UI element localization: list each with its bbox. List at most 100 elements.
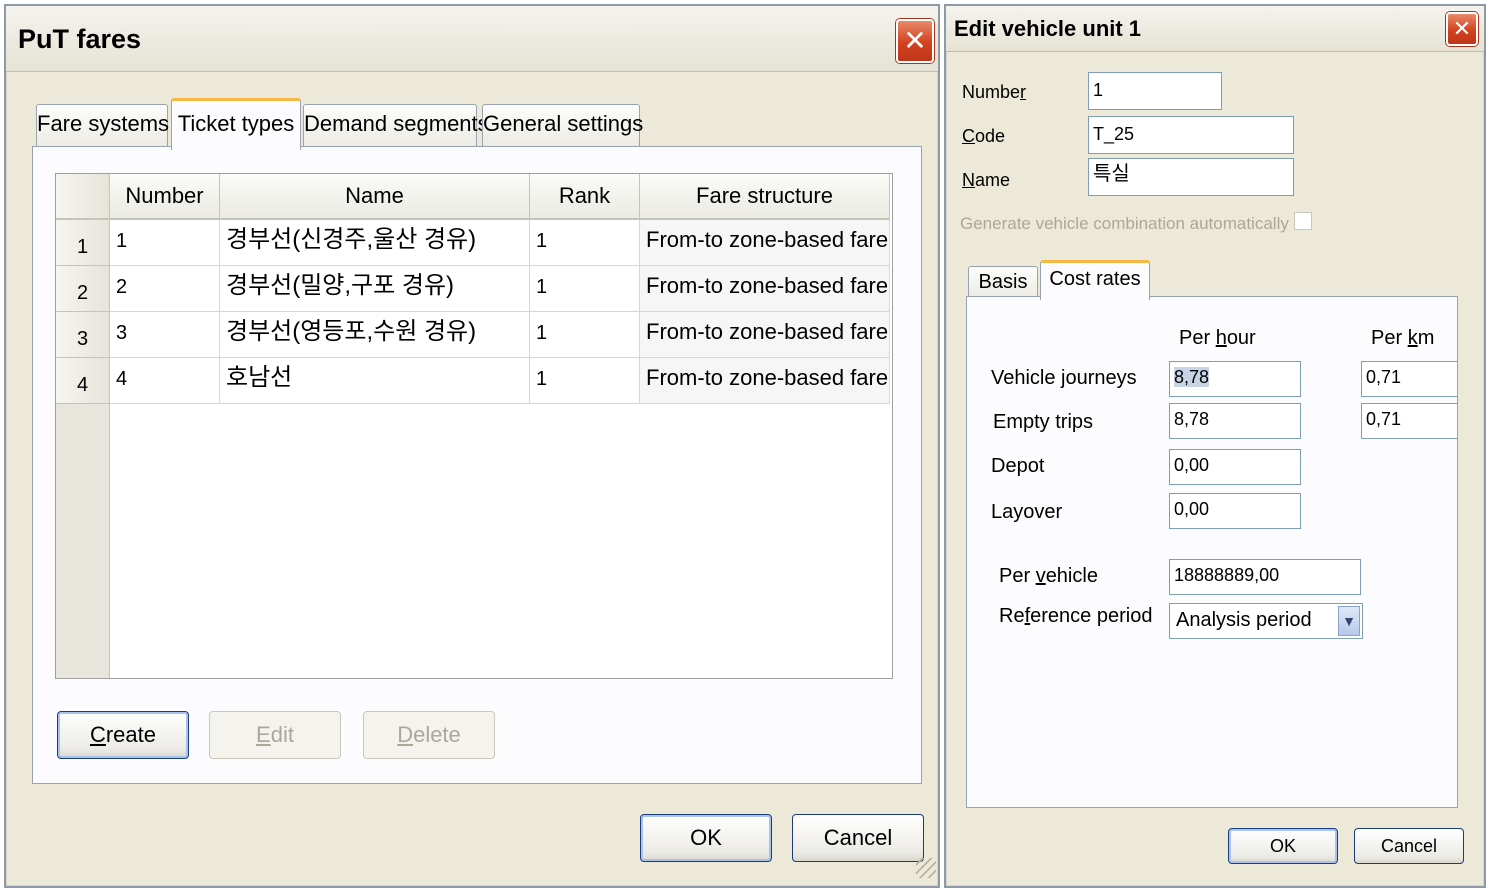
cell-rank[interactable]: 1 xyxy=(530,266,640,312)
tab-ticket-types[interactable]: Ticket types xyxy=(171,98,301,150)
cell-fare-structure[interactable]: From-to zone-based fare xyxy=(640,266,890,312)
row-index[interactable]: 1 xyxy=(56,220,110,266)
depot-label: Depot xyxy=(991,455,1045,477)
row-index[interactable]: 4 xyxy=(56,358,110,404)
row-index[interactable]: 3 xyxy=(56,312,110,358)
tab-label: Basis xyxy=(978,271,1028,293)
reference-period-text: Re xyxy=(999,605,1025,627)
column-header-name[interactable]: Name xyxy=(220,174,530,220)
edit-vehicle-window: Edit vehicle unit 1 ✕ Number 1 Code T_25… xyxy=(944,4,1486,888)
per-km-header: Per km xyxy=(1371,327,1434,350)
tab-label: Fare systems xyxy=(37,111,170,136)
per-vehicle-text: ehicle xyxy=(1045,565,1098,587)
empty-trips-per-km-field[interactable]: 0,71 xyxy=(1361,403,1457,439)
per-vehicle-label: Per vehicle xyxy=(999,565,1098,588)
number-label-accelerator: r xyxy=(1020,82,1027,102)
chevron-down-icon[interactable]: ▼ xyxy=(1338,606,1360,636)
selected-value: 8,78 xyxy=(1174,367,1210,387)
tab-label: Ticket types xyxy=(177,111,295,136)
code-label-text: ode xyxy=(975,126,1006,146)
cell-number[interactable]: 2 xyxy=(110,266,220,312)
table-row[interactable]: 4 4 호남선 1 From-to zone-based fare xyxy=(56,358,890,404)
tab-fare-systems[interactable]: Fare systems xyxy=(36,104,170,146)
create-accelerator: C xyxy=(89,722,106,747)
generate-combination-label: Generate vehicle combination automatical… xyxy=(960,214,1289,233)
cell-fare-structure[interactable]: From-to zone-based fare xyxy=(640,312,890,358)
close-button[interactable]: ✕ xyxy=(896,19,934,63)
table-row[interactable]: 3 3 경부선(영등포,수원 경유) 1 From-to zone-based … xyxy=(56,312,890,358)
number-field[interactable]: 1 xyxy=(1088,72,1222,110)
depot-per-hour-field[interactable]: 0,00 xyxy=(1169,449,1301,485)
column-header-label: Fare structure xyxy=(696,183,833,208)
column-header-label: Name xyxy=(345,183,404,208)
edit-button[interactable]: Edit xyxy=(209,711,341,759)
per-hour-text: our xyxy=(1226,327,1256,349)
table-row[interactable]: 2 2 경부선(밀양,구포 경유) 1 From-to zone-based f… xyxy=(56,266,890,312)
reference-period-text: erence period xyxy=(1030,605,1153,627)
empty-trips-per-hour-field[interactable]: 8,78 xyxy=(1169,403,1301,439)
delete-accelerator: D xyxy=(397,722,414,747)
per-km-text: m xyxy=(1417,327,1435,349)
tab-label: Cost rates xyxy=(1049,268,1141,290)
name-label: Name xyxy=(962,170,1010,191)
per-km-text: Per xyxy=(1371,327,1408,349)
per-hour-text: Per xyxy=(1179,327,1216,349)
cell-fare-structure[interactable]: From-to zone-based fare xyxy=(640,358,890,404)
cell-rank[interactable]: 1 xyxy=(530,312,640,358)
cell-number[interactable]: 4 xyxy=(110,358,220,404)
code-field[interactable]: T_25 xyxy=(1088,116,1294,154)
empty-trips-label: Empty trips xyxy=(993,411,1094,433)
grid-corner xyxy=(56,174,110,220)
vehicle-journeys-per-km-field[interactable]: 0,71 xyxy=(1361,361,1457,397)
ok-button[interactable]: OK xyxy=(640,814,772,862)
column-header-label: Number xyxy=(125,183,204,208)
cell-number[interactable]: 1 xyxy=(110,220,220,266)
cell-fare-structure[interactable]: From-to zone-based fare xyxy=(640,220,890,266)
name-field[interactable]: 특실 xyxy=(1088,158,1294,196)
ticket-types-table: Number Name Rank Fare structure 1 1 경부선(… xyxy=(55,173,893,679)
generate-combination-checkbox[interactable] xyxy=(1294,212,1312,230)
per-km-accelerator: k xyxy=(1407,327,1418,349)
tab-label: General settings xyxy=(483,111,644,136)
reference-period-value: Analysis period xyxy=(1176,609,1312,631)
tab-cost-rates[interactable]: Cost rates xyxy=(1040,260,1150,300)
cell-name[interactable]: 경부선(밀양,구포 경유) xyxy=(220,266,530,312)
create-button[interactable]: Create xyxy=(57,711,189,759)
cell-name[interactable]: 경부선(영등포,수원 경유) xyxy=(220,312,530,358)
put-fares-window: PuT fares ✕ Fare systems Ticket types De… xyxy=(4,4,940,888)
code-label-accelerator: C xyxy=(962,126,975,146)
ok-button[interactable]: OK xyxy=(1228,828,1338,864)
column-header-rank[interactable]: Rank xyxy=(530,174,640,220)
vehicle-journeys-per-hour-field[interactable]: 8,78 xyxy=(1169,361,1301,397)
window-title: PuT fares xyxy=(18,24,142,54)
per-vehicle-field[interactable]: 18888889,00 xyxy=(1169,559,1361,595)
tab-general-settings[interactable]: General settings xyxy=(482,104,644,146)
cell-name[interactable]: 호남선 xyxy=(220,358,530,404)
edit-label: dit xyxy=(270,722,294,747)
column-header-number[interactable]: Number xyxy=(110,174,220,220)
resize-grip[interactable] xyxy=(916,858,936,878)
reference-period-select[interactable]: Analysis period ▼ xyxy=(1169,603,1363,639)
cell-rank[interactable]: 1 xyxy=(530,220,640,266)
number-label-text: Numbe xyxy=(962,82,1021,102)
per-hour-header: Per hour xyxy=(1179,327,1256,350)
per-vehicle-text: Per xyxy=(999,565,1036,587)
row-index[interactable]: 2 xyxy=(56,266,110,312)
cancel-button[interactable]: Cancel xyxy=(792,814,924,862)
edit-vehicle-titlebar[interactable]: Edit vehicle unit 1 ✕ xyxy=(946,6,1484,52)
cell-name[interactable]: 경부선(신경주,울산 경유) xyxy=(220,220,530,266)
cell-rank[interactable]: 1 xyxy=(530,358,640,404)
put-fares-titlebar[interactable]: PuT fares ✕ xyxy=(6,6,938,72)
tab-basis[interactable]: Basis xyxy=(968,266,1038,298)
tab-label: Demand segments xyxy=(304,111,489,136)
reference-period-label: Reference period xyxy=(999,605,1152,628)
tab-demand-segments[interactable]: Demand segments xyxy=(303,104,489,146)
close-button[interactable]: ✕ xyxy=(1446,12,1478,46)
cell-number[interactable]: 3 xyxy=(110,312,220,358)
layover-per-hour-field[interactable]: 0,00 xyxy=(1169,493,1301,529)
table-row[interactable]: 1 1 경부선(신경주,울산 경유) 1 From-to zone-based … xyxy=(56,220,890,266)
delete-button[interactable]: Delete xyxy=(363,711,495,759)
column-header-fare-structure[interactable]: Fare structure xyxy=(640,174,890,220)
vehicle-journeys-label: Vehicle journeys xyxy=(991,367,1137,389)
cancel-button[interactable]: Cancel xyxy=(1354,828,1464,864)
